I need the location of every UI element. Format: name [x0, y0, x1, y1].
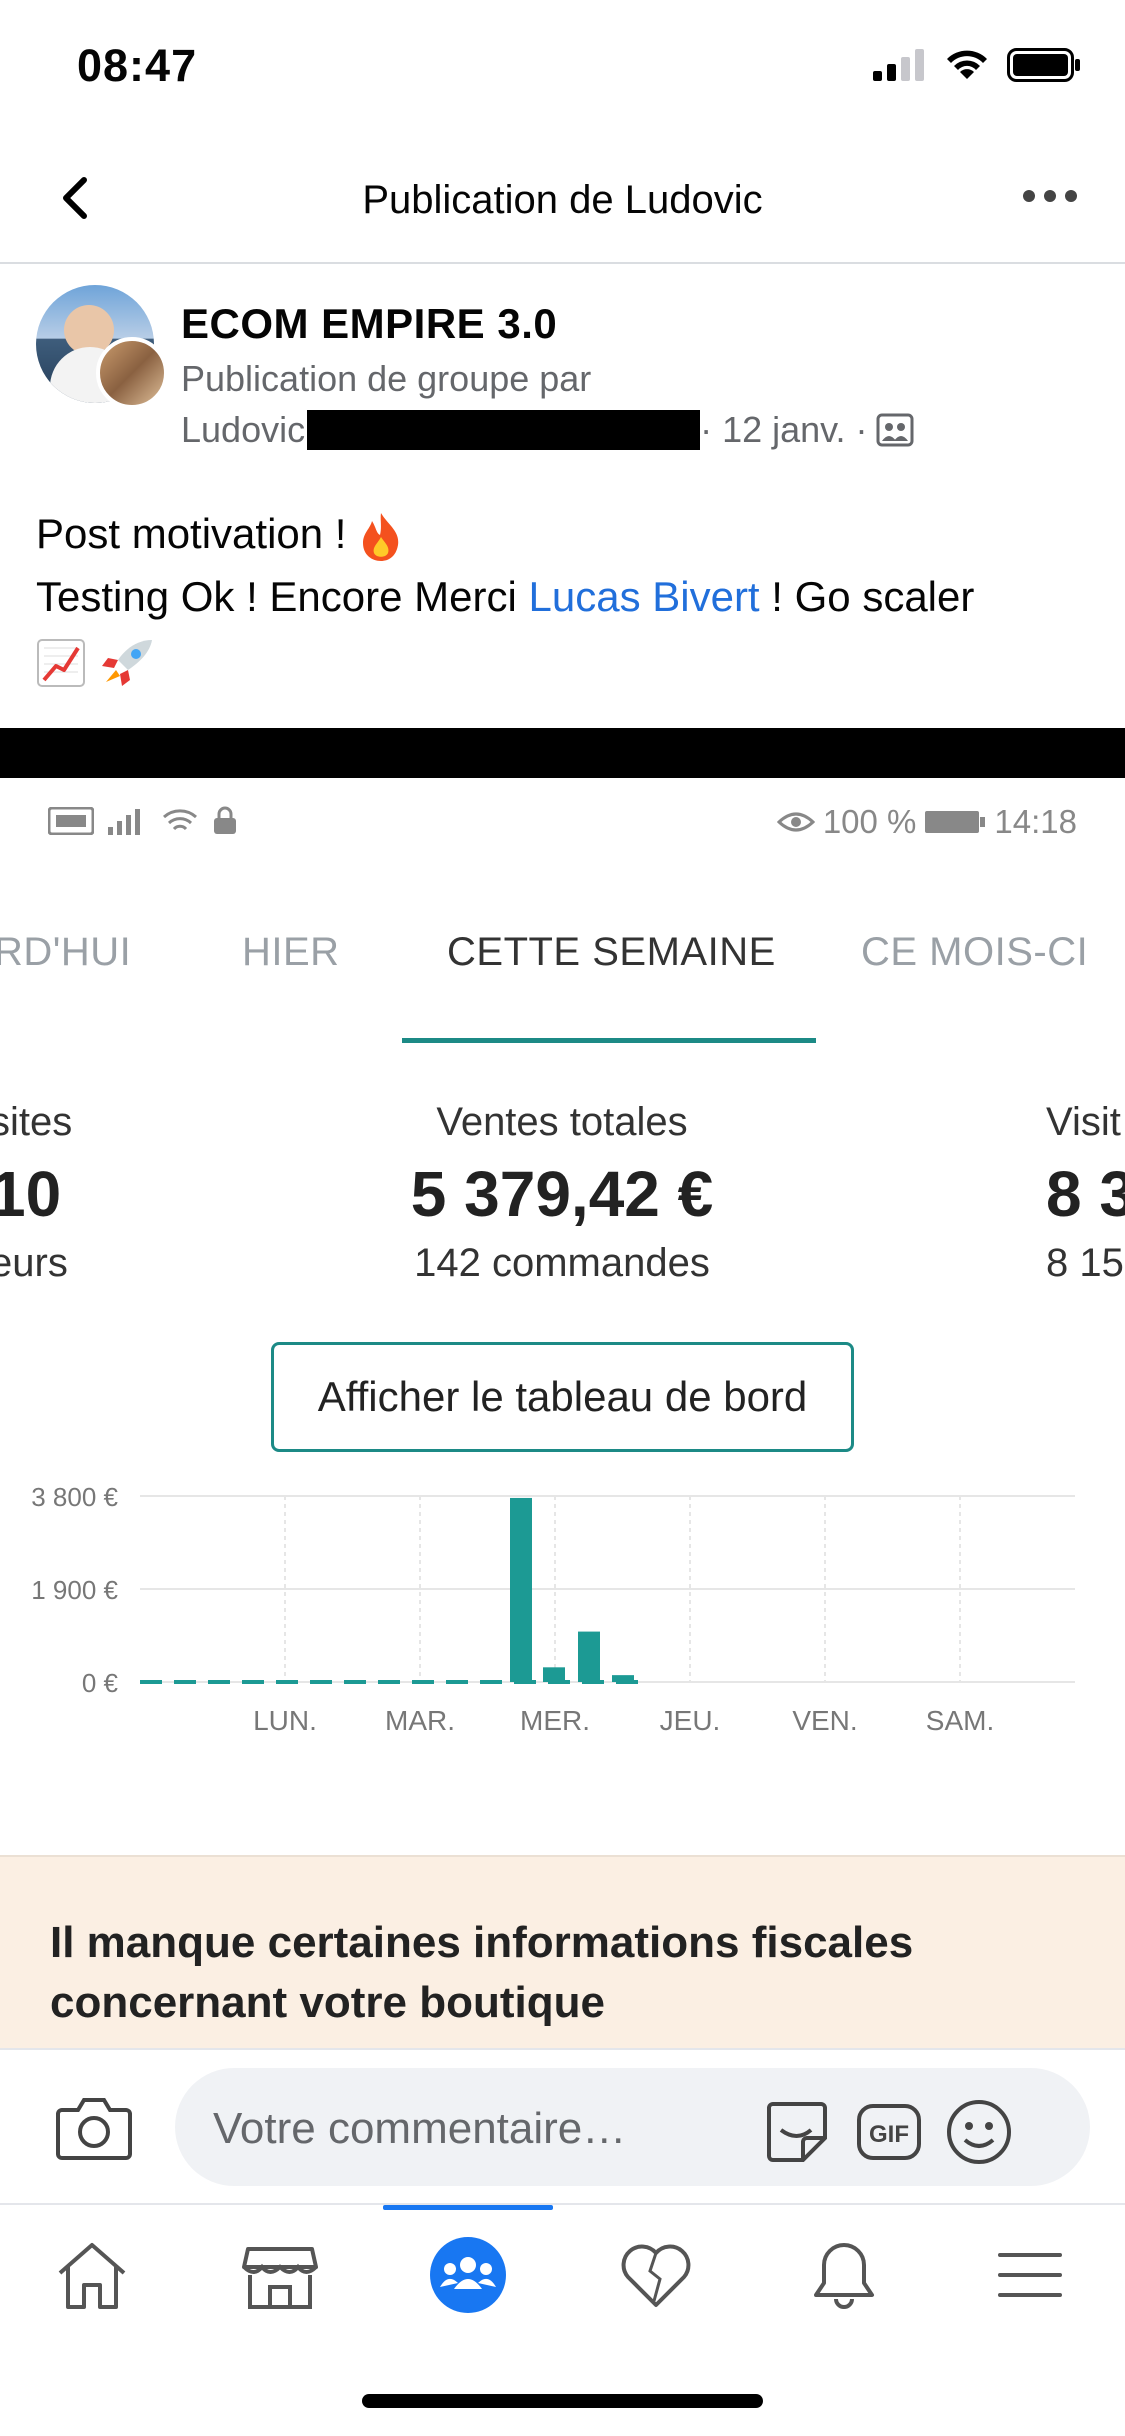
sales-chart: 3 800 € 1 900 € 0 € LUN. MAR. MER. JEU. VEN. SA…	[31, 1482, 1075, 1736]
total-sales-value: 5 379,42 €	[410, 1158, 714, 1230]
more-options-icon[interactable]	[1015, 166, 1085, 226]
group-name[interactable]: ECOM EMPIRE 3.0	[181, 300, 557, 348]
tab-this-month[interactable]: CE MOIS-CI	[861, 930, 1088, 975]
group-avatar[interactable]	[36, 285, 168, 415]
emoji-icon[interactable]	[945, 2098, 1013, 2166]
comment-placeholder: Votre commentaire…	[213, 2104, 627, 2153]
chart-x-labels: LUN. MAR. MER. JEU. VEN. SAM.	[253, 1705, 994, 1736]
stat-visitors-right: Visit 8 3 8 15	[1046, 1100, 1125, 1285]
android-status-right: 100 % 14:18	[776, 803, 1077, 841]
y-tick-label: 3 800 €	[31, 1482, 118, 1512]
camera-icon[interactable]	[56, 2092, 132, 2160]
notifications-bell-icon[interactable]	[804, 2235, 884, 2315]
post-text-line2: Testing Ok ! Encore Merci Lucas Bivert !…	[36, 573, 975, 620]
android-battery-icon	[925, 811, 986, 833]
notification-lock-icon	[214, 806, 236, 834]
mention-link[interactable]: Lucas Bivert	[529, 573, 760, 620]
stat-total-sales: Ventes totales 5 379,42 € 142 commandes	[312, 1100, 812, 1286]
menu-icon[interactable]	[990, 2235, 1070, 2315]
period-tabs: RD'HUI HIER CETTE SEMAINE CE MOIS-CI	[0, 918, 1125, 998]
chart-bar	[578, 1631, 600, 1682]
status-time: 08:47	[77, 40, 198, 91]
comment-input[interactable]: Votre commentaire… GIF	[175, 2068, 1090, 2186]
volte-icon	[48, 807, 94, 835]
x-tick-label: MER.	[520, 1705, 590, 1736]
android-status-left	[48, 806, 238, 836]
tab-today[interactable]: RD'HUI	[0, 930, 131, 975]
fire-emoji-icon	[363, 512, 399, 561]
battery-icon	[1007, 48, 1080, 82]
orders-count: 142 commandes	[414, 1241, 710, 1285]
status-bar: 08:47	[0, 0, 1125, 140]
chart-bar	[510, 1497, 532, 1682]
post-text: Post motivation ! Testing Ok ! Encore Me…	[36, 502, 1096, 691]
chart-y-labels: 3 800 € 1 900 € 0 €	[31, 1482, 118, 1698]
sticker-icon[interactable]	[763, 2098, 831, 2166]
android-time: 14:18	[994, 803, 1077, 840]
post-subtitle: Publication de groupe par	[181, 358, 592, 399]
x-tick-label: SAM.	[926, 1705, 994, 1736]
total-sales-label: Ventes totales	[436, 1100, 688, 1144]
author-avatar[interactable]	[96, 337, 168, 409]
x-tick-label: JEU.	[660, 1705, 721, 1736]
stat-visits-left: sites 10 eurs	[0, 1100, 73, 1285]
tax-warning-text: Il manque certaines informations fiscale…	[50, 1918, 914, 2027]
page-title: Publication de Ludovic	[362, 178, 763, 222]
nav-header: Publication de Ludovic	[0, 140, 1125, 264]
comment-bar: Votre commentaire… GIF	[0, 2048, 1125, 2203]
tab-yesterday[interactable]: HIER	[242, 930, 340, 975]
chart-bar	[612, 1675, 634, 1682]
post-date[interactable]: · 12 janv. ·	[700, 409, 867, 451]
home-indicator	[362, 2394, 763, 2408]
active-tab-underline	[402, 1038, 816, 1043]
post-image[interactable]: 100 % 14:18 RD'HUI HIER CETTE SEMAINE CE…	[0, 728, 1125, 2048]
svg-text:GIF: GIF	[869, 2121, 909, 2148]
chart-increasing-emoji-icon	[37, 638, 85, 687]
active-tab-indicator	[383, 2205, 553, 2210]
show-dashboard-button[interactable]: Afficher le tableau de bord	[271, 1342, 854, 1452]
marketplace-icon[interactable]	[240, 2235, 320, 2315]
post-text-line1: Post motivation !	[36, 502, 1096, 565]
android-status-bar: 100 % 14:18	[0, 778, 1125, 848]
post-text-line3	[36, 628, 1096, 691]
eye-comfort-icon	[776, 812, 815, 832]
rocket-emoji-icon	[101, 639, 152, 686]
redaction-bar	[307, 410, 701, 450]
y-tick-label: 0 €	[82, 1668, 119, 1698]
android-wifi-icon	[163, 809, 197, 831]
gif-icon[interactable]: GIF	[855, 2098, 923, 2166]
groups-icon[interactable]	[428, 2235, 508, 2315]
battery-percent: 100 %	[822, 803, 917, 840]
x-tick-label: VEN.	[792, 1705, 857, 1736]
post-meta: Ludovic · 12 janv. ·	[181, 409, 914, 451]
android-signal-icon	[108, 809, 140, 835]
signal-icon	[873, 49, 924, 81]
group-privacy-icon	[876, 413, 913, 447]
author-name[interactable]: Ludovic	[181, 409, 305, 451]
wifi-icon	[947, 50, 987, 79]
x-tick-label: MAR.	[385, 1705, 455, 1736]
dating-heart-icon[interactable]	[616, 2235, 696, 2315]
chart-bar	[543, 1667, 565, 1682]
chart-grid	[140, 1495, 1075, 1684]
tax-warning-banner: Il manque certaines informations fiscale…	[0, 1855, 1125, 2048]
status-icons	[873, 48, 1081, 82]
y-tick-label: 1 900 €	[31, 1575, 118, 1605]
home-icon[interactable]	[52, 2235, 132, 2315]
x-tick-label: LUN.	[253, 1705, 317, 1736]
image-top-border	[0, 728, 1125, 778]
tab-this-week[interactable]: CETTE SEMAINE	[447, 930, 776, 975]
